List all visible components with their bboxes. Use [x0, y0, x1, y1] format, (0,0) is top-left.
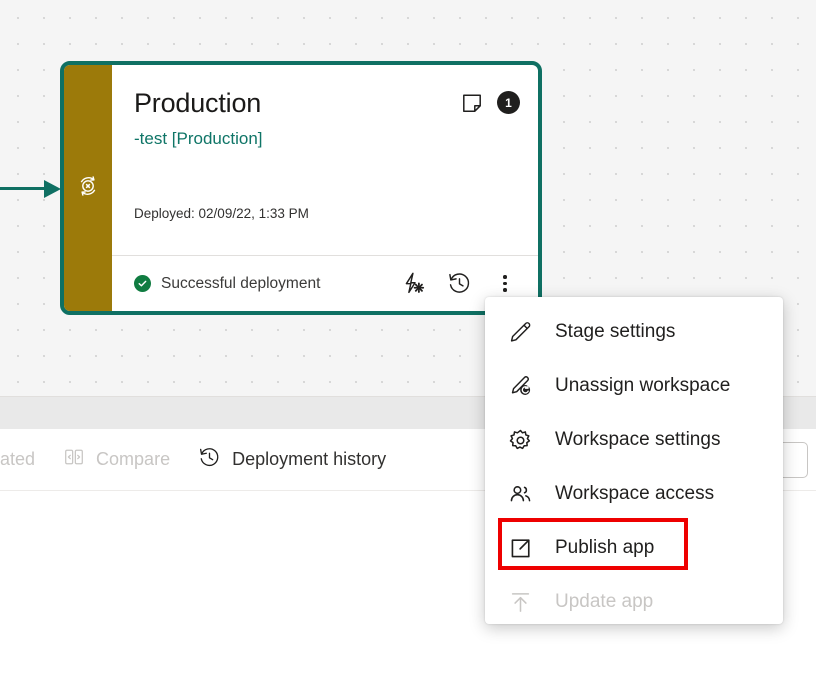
status-label: Successful deployment	[161, 275, 320, 293]
deployed-timestamp: Deployed: 02/09/22, 1:33 PM	[134, 206, 309, 221]
history-icon	[198, 446, 221, 474]
stage-card-badges: 1	[461, 91, 520, 114]
menu-item-label: Unassign workspace	[555, 375, 730, 397]
external-link-icon	[507, 535, 533, 561]
stage-context-menu: Stage settings Unassign workspace Wo	[485, 297, 783, 624]
pencil-undo-icon	[507, 373, 533, 399]
menu-item-label: Workspace access	[555, 483, 714, 505]
sticky-note-icon[interactable]	[461, 92, 483, 114]
toolbar-item-unrelated[interactable]: related	[0, 429, 49, 491]
stage-card-body: Production -test [Production] Deployed: …	[112, 65, 538, 311]
toolbar-item-label: related	[0, 449, 35, 470]
menu-item-stage-settings[interactable]: Stage settings	[485, 305, 783, 359]
more-options-icon[interactable]	[492, 271, 518, 297]
menu-item-label: Workspace settings	[555, 429, 720, 451]
stage-card-footer: Successful deployment	[112, 255, 538, 311]
menu-item-label: Update app	[555, 591, 653, 613]
toolbar-item-compare[interactable]: Compare	[49, 429, 184, 491]
stage-connector-arrow	[44, 180, 61, 198]
stage-rail	[64, 65, 112, 311]
toolbar-item-label: Compare	[96, 449, 170, 470]
upload-arrow-icon	[507, 589, 533, 615]
people-icon	[507, 481, 533, 507]
app-root: Production -test [Production] Deployed: …	[0, 0, 816, 689]
status-badge: 1	[497, 91, 520, 114]
stage-connector-line	[0, 187, 48, 190]
page-title: Production	[134, 87, 516, 119]
toolbar-item-label: Deployment history	[232, 449, 386, 470]
pencil-icon	[507, 319, 533, 345]
stage-card-actions	[400, 271, 524, 297]
menu-item-workspace-settings[interactable]: Workspace settings	[485, 413, 783, 467]
stage-card-top: Production -test [Production] Deployed: …	[112, 65, 538, 255]
toolbar-item-deployment-history[interactable]: Deployment history	[184, 429, 400, 491]
menu-item-publish-app[interactable]: Publish app	[485, 521, 783, 575]
sync-error-icon	[75, 173, 101, 199]
deployment-history-icon[interactable]	[446, 271, 472, 297]
compare-icon	[63, 446, 85, 473]
menu-item-label: Publish app	[555, 537, 654, 559]
deployment-status: Successful deployment	[134, 275, 400, 293]
menu-item-label: Stage settings	[555, 321, 675, 343]
workspace-link[interactable]: -test [Production]	[134, 128, 516, 150]
deployment-rules-icon[interactable]	[400, 271, 426, 297]
success-check-icon	[134, 275, 151, 292]
gear-icon	[507, 427, 533, 453]
menu-item-workspace-access[interactable]: Workspace access	[485, 467, 783, 521]
menu-item-update-app: Update app	[485, 575, 783, 629]
menu-item-unassign-workspace[interactable]: Unassign workspace	[485, 359, 783, 413]
stage-card-production[interactable]: Production -test [Production] Deployed: …	[60, 61, 542, 315]
